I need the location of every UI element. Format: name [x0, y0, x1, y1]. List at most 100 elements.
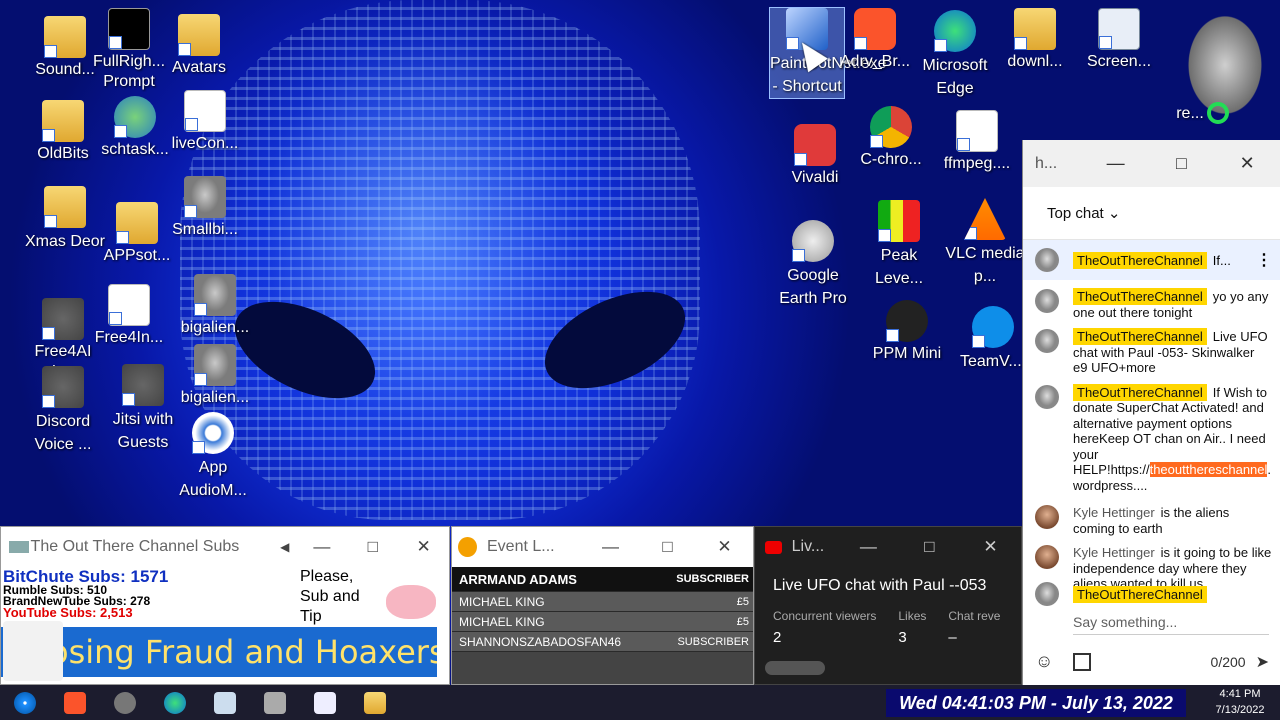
maximize-button[interactable]: □ [639, 537, 696, 557]
maximize-button[interactable]: □ [899, 537, 960, 557]
event-row[interactable]: ARRMAND ADAMS SUBSCRIBER [452, 567, 753, 592]
super-chat-icon[interactable] [1073, 652, 1092, 671]
close-button[interactable]: ✕ [960, 537, 1021, 557]
terminal-icon [108, 8, 150, 50]
likes-value: 3 [898, 629, 907, 646]
desktop-icon-teamviewer[interactable]: TeamV... - Copy [960, 306, 1026, 373]
start-button[interactable] [0, 685, 50, 720]
please-sub-text: Please, Sub and Tip [300, 568, 360, 625]
chrome-icon [870, 106, 912, 148]
alien-icon [194, 274, 236, 316]
avatar [1035, 248, 1059, 272]
taskbar-edge-dev[interactable] [150, 685, 200, 720]
event-list-window: Event L... — □ ✕ ARRMAND ADAMS SUBSCRIBER… [451, 526, 754, 685]
chevron-down-icon: ⌄ [1107, 205, 1121, 222]
desktop-icon-free4in[interactable]: Free4In... [88, 284, 170, 348]
desktop-icon-xmas-deor[interactable]: Xmas Deor [24, 186, 106, 253]
minimize-button[interactable]: — [582, 537, 639, 557]
chat-messages: TheOutThereChannel yo yo any one out ther… [1023, 288, 1280, 592]
date-time-banner: Wed 04:41:03 PM - July 13, 2022 [886, 689, 1186, 717]
taskbar-brave[interactable] [50, 685, 100, 720]
minimize-button[interactable]: — [838, 537, 899, 557]
chat-reveal-value: – [948, 629, 957, 646]
character-count: 0/200 [1210, 653, 1246, 670]
taskbar-alien[interactable] [250, 685, 300, 720]
event-row[interactable]: MICHAEL KING £5 [452, 612, 753, 632]
desktop-icon-smallbi[interactable]: Smallbi... [164, 176, 246, 240]
pinned-message[interactable]: TheOutThereChannel If... ⋮ [1023, 240, 1280, 280]
chat-window-title: h... [1035, 154, 1058, 172]
close-button[interactable]: ✕ [398, 537, 449, 557]
earth-icon [792, 220, 834, 262]
folder-icon [42, 100, 84, 142]
scrolling-banner: osing Fraud and Hoaxers. [1, 627, 437, 677]
desktop-icon-vlc[interactable]: VLC media p... [944, 198, 1026, 288]
livecon-icon [314, 691, 336, 714]
taskbar-subs[interactable] [200, 685, 250, 720]
desktop-icon-oldbits[interactable]: OldBits [22, 100, 104, 164]
brave-icon [854, 8, 896, 50]
desktop-icon-edge[interactable]: Microsoft Edge [914, 10, 996, 100]
event-list: ARRMAND ADAMS SUBSCRIBER MICHAEL KING £5 M… [452, 567, 753, 684]
close-button[interactable]: ✕ [1214, 153, 1280, 174]
taskbar-livecon[interactable] [300, 685, 350, 720]
desktop-icon-adrv-brave[interactable]: Adrv_Br... [834, 8, 916, 72]
owner-badge: TheOutThereChannel [1073, 328, 1207, 345]
desktop-icon-discord-voice[interactable]: Discord Voice ... [22, 366, 104, 456]
desktop-icon-livecon[interactable]: liveCon... [164, 90, 246, 154]
live-studio-window: Liv... — □ ✕ Live UFO chat with Paul --0… [754, 526, 1022, 685]
top-chat-selector[interactable]: Top chat ⌄ [1023, 187, 1280, 240]
stream-stats: Concurrent viewers 2 Likes 3 Chat reve – [773, 609, 1001, 646]
desktop-icon-peak-level[interactable]: Peak Leve... [858, 200, 940, 290]
desktop-icon-partial[interactable]: re... [1170, 60, 1210, 124]
chat-message: TheOutThereChannel Live UFO chat with Pau… [1035, 328, 1272, 376]
minimize-button[interactable]: — [1083, 153, 1149, 174]
minimize-button[interactable]: — [296, 537, 347, 557]
folder-icon [44, 186, 86, 228]
emoji-icon[interactable]: ☺ [1035, 651, 1053, 672]
screenshot-icon [1098, 8, 1140, 50]
desktop-icon-bigalien-2[interactable]: bigalien... [174, 344, 256, 408]
chat-input[interactable]: Say something... [1073, 614, 1269, 635]
subs-app-icon [214, 691, 236, 714]
desktop-icon-app-audiom[interactable]: App AudioM... [172, 412, 254, 502]
live-chat-window: h... — □ ✕ Top chat ⌄ TheOutThereChannel… [1022, 140, 1280, 685]
desktop-icon-ppm-mini[interactable]: PPM Mini [866, 300, 948, 364]
desktop-icon-avatars[interactable]: Avatars [158, 14, 240, 78]
windows-icon [14, 691, 36, 714]
folder-icon [1014, 8, 1056, 50]
desktop-icon-screen[interactable]: Screen... [1078, 8, 1160, 72]
avatar [1035, 329, 1059, 353]
maximize-button[interactable]: □ [1149, 153, 1215, 174]
desktop-icon-google-earth[interactable]: Google Earth Pro [772, 220, 854, 310]
horizontal-scrollbar[interactable] [765, 661, 825, 675]
piggy-bank-icon [386, 585, 436, 619]
close-button[interactable]: ✕ [696, 537, 753, 557]
more-options-icon[interactable]: ⋮ [1256, 250, 1272, 270]
shield-doc-icon [184, 90, 226, 132]
send-icon[interactable]: ➤ [1256, 652, 1269, 672]
taskbar-link[interactable] [100, 685, 150, 720]
maximize-button[interactable]: □ [347, 537, 398, 557]
desktop-icon-chrome[interactable]: C-chro... [850, 106, 932, 170]
chat-titlebar: h... — □ ✕ [1023, 140, 1280, 187]
event-row[interactable]: SHANNONSZABADOSFAN46 SUBSCRIBER [452, 632, 753, 652]
avatar [1035, 384, 1059, 409]
desktop-icon-ffmpeg[interactable]: ffmpeg.... [936, 110, 1018, 174]
concurrent-viewers-value: 2 [773, 629, 782, 646]
stream-title: Live UFO chat with Paul --053 [773, 577, 987, 594]
brave-link-icon [122, 364, 164, 406]
link-icon [114, 691, 136, 714]
desktop-icon-bigalien-1[interactable]: bigalien... [174, 274, 256, 338]
system-clock[interactable]: 4:41 PM 7/13/2022 [1200, 686, 1280, 718]
taskbar-file-explorer[interactable] [350, 685, 400, 720]
desktop-icon-downl[interactable]: downl... [994, 8, 1076, 72]
back-icon[interactable]: ◀ [273, 540, 296, 554]
event-row[interactable]: MICHAEL KING £5 [452, 592, 753, 612]
chat-link[interactable]: theoutthereschannel [1149, 462, 1268, 477]
owner-badge: TheOutThereChannel [1073, 251, 1207, 269]
folder-icon [178, 14, 220, 56]
owner-badge: TheOutThereChannel [1073, 288, 1207, 305]
edge-dev-icon [164, 691, 186, 714]
desktop-icon-vivaldi[interactable]: Vivaldi [774, 124, 856, 188]
